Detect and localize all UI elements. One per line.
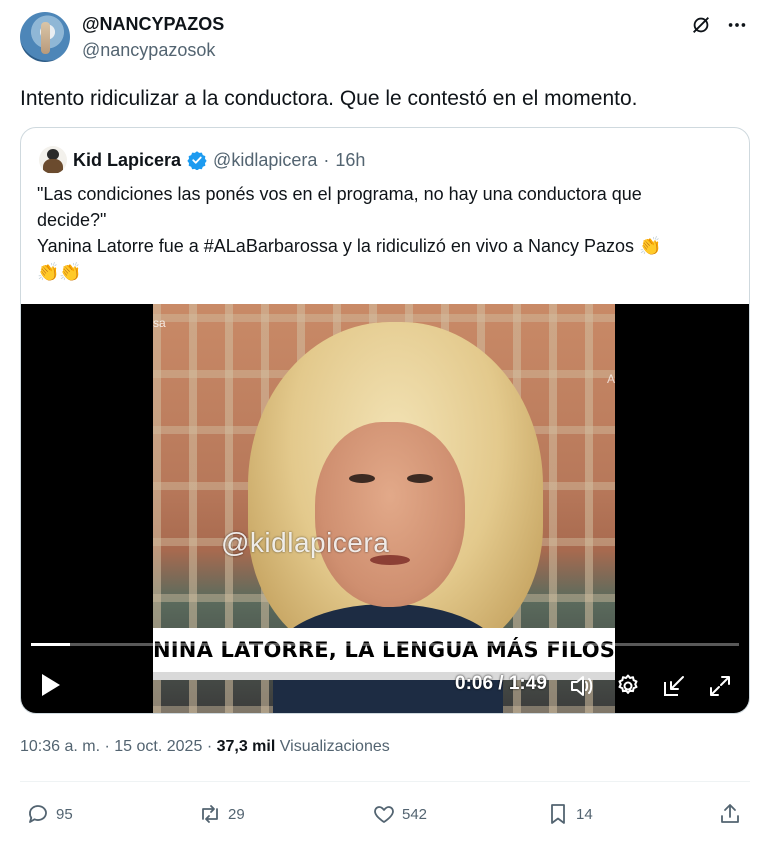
share-icon <box>721 804 739 823</box>
separator-dot: · <box>206 738 217 755</box>
settings-gear-icon[interactable] <box>615 673 641 699</box>
quoted-handle[interactable]: @kidlapicera <box>213 150 317 171</box>
video-time: 0:06 / 1:49 <box>455 673 547 694</box>
quoted-text-line: "Las condiciones las ponés vos en el pro… <box>37 184 642 204</box>
bookmark-count: 14 <box>576 805 593 823</box>
reply-button[interactable]: 95 <box>26 801 73 827</box>
person-face <box>315 422 465 607</box>
post-date[interactable]: 15 oct. 2025 <box>114 738 202 755</box>
author-handle[interactable]: @nancypazosok <box>82 40 215 61</box>
bookmark-icon <box>551 804 565 824</box>
quoted-name[interactable]: Kid Lapicera <box>73 150 181 171</box>
verified-badge-icon <box>187 151 207 170</box>
video-overlay-handle: @kidlapicera <box>221 527 390 558</box>
video-caption: NINA LATORRE, LA LENGUA MÁS FILOSA DE LA… <box>153 638 615 662</box>
bookmark-button[interactable]: 14 <box>546 801 593 827</box>
divider <box>20 781 750 782</box>
video-progress-bar[interactable] <box>31 643 739 646</box>
tweet-top-actions <box>690 14 748 36</box>
views-label: Visualizaciones <box>279 738 390 755</box>
video-frame: sa A @kidlapicera NINA LATORRE, LA LENGU… <box>153 304 615 713</box>
eye <box>407 474 433 483</box>
reply-count: 95 <box>56 805 73 823</box>
like-count: 542 <box>402 805 428 823</box>
like-button[interactable]: 542 <box>372 801 427 827</box>
pop-out-icon[interactable] <box>661 673 687 699</box>
quoted-tweet[interactable]: Kid Lapicera @kidlapicera · 16h "Las con… <box>20 127 750 714</box>
channel-watermark: sa <box>153 316 166 330</box>
author-avatar[interactable] <box>20 12 70 62</box>
quoted-text-line: 👏👏 <box>37 262 82 282</box>
more-options-icon[interactable] <box>726 14 748 36</box>
play-icon[interactable] <box>39 672 63 698</box>
separator-dot: · <box>323 149 330 170</box>
repost-count: 29 <box>228 805 245 823</box>
quoted-avatar[interactable] <box>39 146 67 174</box>
tweet-timestamp: 10:36 a. m. · 15 oct. 2025 · 37,3 mil Vi… <box>20 738 390 756</box>
separator-dot: · <box>104 738 115 755</box>
volume-icon[interactable] <box>569 673 595 699</box>
video-caption-bar: NINA LATORRE, LA LENGUA MÁS FILOSA DE LA… <box>153 628 615 672</box>
heart-icon <box>374 806 394 823</box>
grok-icon[interactable] <box>690 14 712 36</box>
fullscreen-icon[interactable] <box>707 673 733 699</box>
reply-icon <box>29 805 47 823</box>
repost-button[interactable]: 29 <box>198 801 245 827</box>
share-button[interactable] <box>718 801 742 827</box>
channel-watermark-right: A <box>606 372 615 386</box>
video-progress-fill <box>31 643 70 646</box>
quoted-header: Kid Lapicera @kidlapicera · 16h <box>73 146 365 174</box>
eye <box>349 474 375 483</box>
quoted-text-line: decide?" <box>37 210 107 230</box>
repost-icon <box>202 805 218 823</box>
video-player[interactable]: sa A @kidlapicera NINA LATORRE, LA LENGU… <box>21 304 749 713</box>
quoted-time[interactable]: 16h <box>335 150 365 171</box>
views-count: 37,3 mil <box>216 738 276 755</box>
author-display-name[interactable]: @NANCYPAZOS <box>82 14 224 35</box>
quoted-text-line: Yanina Latorre fue a #ALaBarbarossa y la… <box>37 236 662 256</box>
quoted-text: "Las condiciones las ponés vos en el pro… <box>37 181 737 285</box>
tweet-text: Intento ridiculizar a la conductora. Que… <box>20 87 638 110</box>
post-time[interactable]: 10:36 a. m. <box>20 738 100 755</box>
